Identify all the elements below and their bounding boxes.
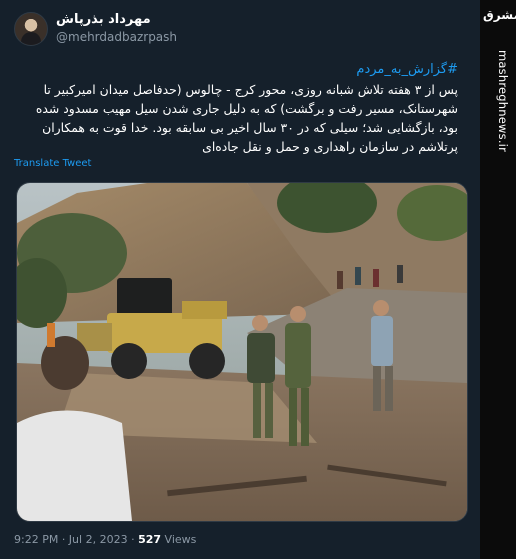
author-avatar[interactable] [14,12,48,46]
author-handle[interactable]: @mehrdadbazrpash [56,30,177,44]
tweet-photo[interactable] [16,182,468,522]
watermark-strip: مشرق mashreghnews.ir [480,0,516,559]
translate-tweet-link[interactable]: Translate Tweet [14,158,91,169]
flood-scene-photo [17,183,467,521]
view-label: Views [164,533,197,546]
author-display-name[interactable]: مهرداد بذرپاش [56,12,151,27]
watermark-domain: mashreghnews.ir [496,50,510,153]
tweet-timestamp[interactable]: 9:22 PM · Jul 2, 2023 · [14,533,135,546]
mashregh-logo: مشرق [483,8,516,22]
tweet-meta: 9:22 PM · Jul 2, 2023 · 527 Views [14,533,196,546]
hashtag-link[interactable]: #گزارش_به_مردم [356,62,458,77]
tweet-body-text: پس از ۳ هفته تلاش شبانه روزی، محور کرج -… [35,82,458,154]
tweet-card: مهرداد بذرپاش @mehrdadbazrpash #گزارش_به… [0,0,480,559]
view-count: 527 [138,533,162,546]
